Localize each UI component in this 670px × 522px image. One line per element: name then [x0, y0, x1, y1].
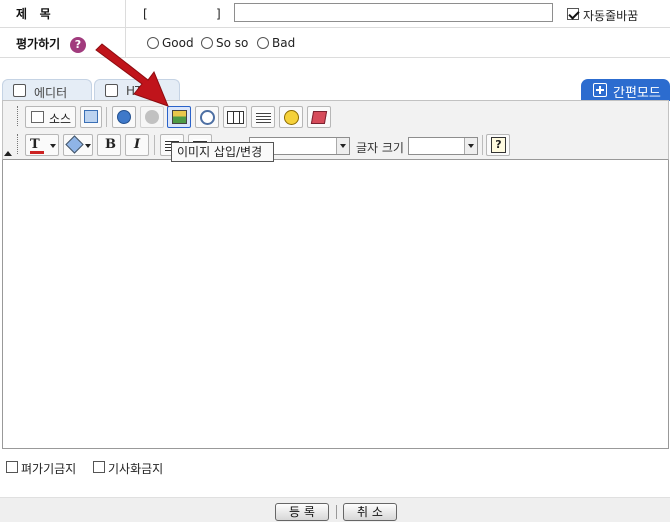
chevron-down-icon	[336, 138, 349, 154]
no-article-label: 기사화금지	[108, 462, 164, 476]
quick-mode-label: 간편모드	[613, 86, 661, 101]
insert-emoticon-button[interactable]	[279, 106, 303, 128]
image-tooltip: 이미지 삽입/변경	[171, 142, 274, 162]
title-bracket-close: ]	[216, 7, 221, 21]
help-icon: ?	[491, 137, 506, 153]
font-size-select[interactable]	[408, 137, 478, 155]
action-bar	[0, 497, 670, 522]
horizontal-rule-icon	[256, 111, 271, 123]
cancel-button[interactable]: 취 소	[343, 503, 397, 521]
source-button[interactable]: 소스	[25, 106, 76, 128]
italic-icon: I	[134, 137, 141, 152]
help-icon[interactable]: ?	[70, 37, 86, 53]
autowrap-checkbox[interactable]	[567, 8, 579, 20]
chevron-down-icon	[464, 138, 477, 154]
emoticon-icon	[284, 110, 299, 125]
bold-icon: B	[105, 137, 116, 152]
red-arrow-annotation	[95, 43, 169, 107]
plus-icon	[593, 83, 607, 97]
font-size-label: 글자 크기	[356, 141, 404, 155]
no-rating-label: 펴가기금지	[21, 462, 77, 476]
source-icon	[31, 111, 44, 123]
button-divider	[336, 505, 337, 519]
text-color-button[interactable]: T	[25, 134, 59, 156]
title-input[interactable]	[234, 3, 553, 22]
special-character-icon	[310, 111, 328, 124]
table-icon	[227, 111, 244, 124]
toolbar-separator	[482, 135, 483, 155]
flash-icon	[200, 110, 215, 125]
insert-flash-button[interactable]	[195, 106, 219, 128]
special-char-button[interactable]	[307, 106, 331, 128]
insert-table-button[interactable]	[223, 106, 247, 128]
source-label: 소스	[49, 112, 72, 126]
rating-option-bad: Bad	[272, 36, 296, 50]
title-bracket-open: [	[143, 7, 148, 21]
rating-option-soso: So so	[216, 36, 249, 50]
row-divider	[0, 27, 670, 28]
color-swatch	[30, 151, 44, 154]
rating-radio-bad[interactable]	[257, 37, 269, 49]
italic-button[interactable]: I	[125, 134, 149, 156]
rating-label: 평가하기	[16, 37, 61, 51]
quick-mode-button[interactable]: 간편모드	[581, 79, 670, 101]
text-icon	[13, 84, 26, 97]
tab-editor-label: 에디터	[34, 86, 68, 100]
chevron-down-icon	[85, 144, 91, 148]
bold-button[interactable]: B	[97, 134, 121, 156]
text-color-icon: T	[30, 137, 40, 152]
insert-hr-button[interactable]	[251, 106, 275, 128]
paint-bucket-icon	[65, 135, 84, 154]
collapse-toolbar-icon[interactable]	[4, 151, 12, 156]
toolbar-grip[interactable]	[17, 106, 19, 126]
rating-radio-soso[interactable]	[201, 37, 213, 49]
editor-content-area[interactable]	[2, 160, 669, 449]
highlight-color-button[interactable]	[63, 134, 93, 156]
editor-help-button[interactable]: ?	[486, 134, 510, 156]
tab-editor[interactable]: 에디터	[2, 79, 92, 101]
chevron-down-icon	[50, 144, 56, 148]
no-rating-checkbox[interactable]	[6, 461, 18, 473]
submit-button[interactable]: 등 록	[275, 503, 329, 521]
toolbar-grip[interactable]	[17, 134, 19, 154]
title-label: 제 목	[16, 7, 51, 21]
no-article-checkbox[interactable]	[93, 461, 105, 473]
autowrap-label: 자동줄바꿈	[583, 9, 639, 23]
toolbar-separator	[154, 135, 155, 155]
